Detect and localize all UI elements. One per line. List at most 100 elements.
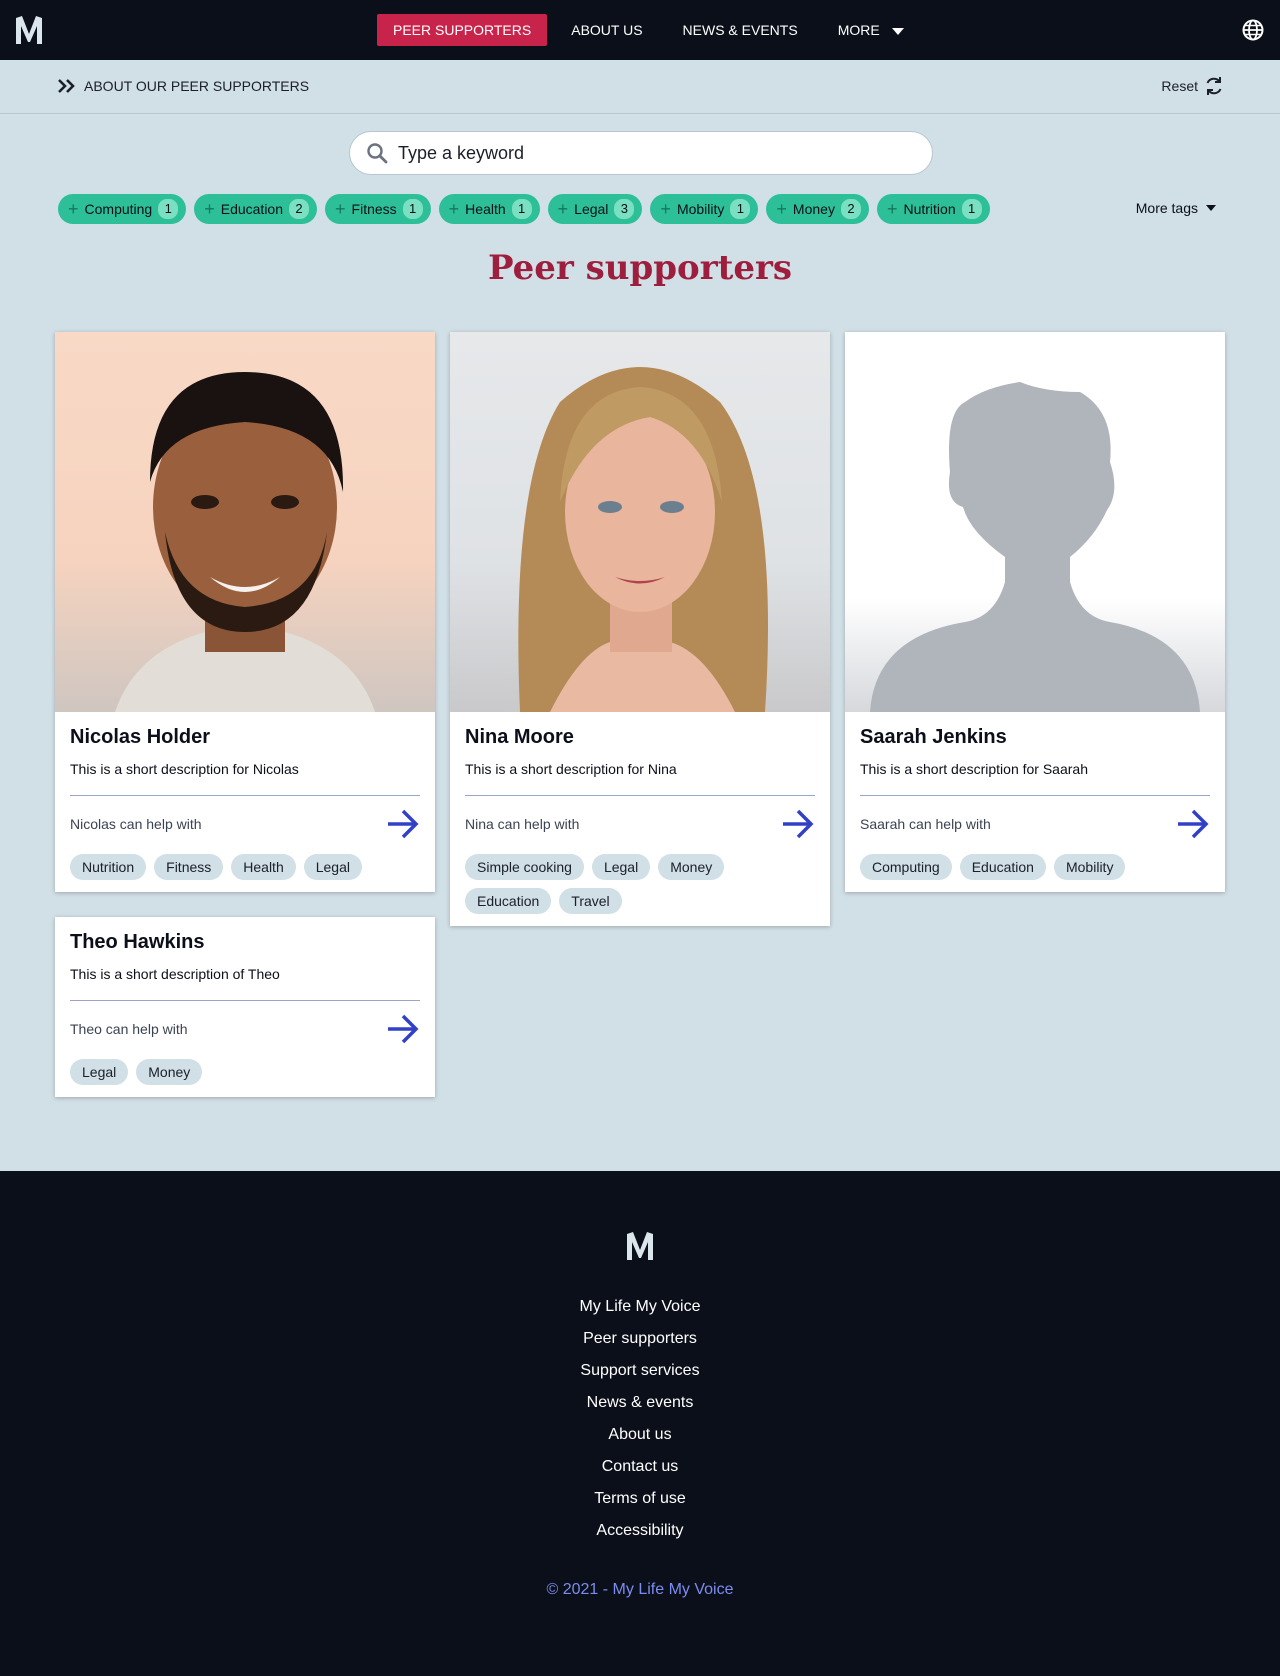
- help-tag: Education: [959, 854, 1046, 880]
- nav-about-us[interactable]: ABOUT US: [555, 14, 658, 46]
- tag-count: 1: [158, 199, 179, 219]
- help-row: Nina can help with: [465, 808, 815, 840]
- help-tag: Mobility: [1053, 854, 1126, 880]
- tag-label: Computing: [84, 201, 153, 217]
- tag-filter-nutrition[interactable]: + Nutrition 1: [876, 194, 990, 224]
- page-title: Peer supporters: [487, 248, 793, 288]
- reset-button[interactable]: Reset: [1161, 76, 1224, 96]
- tag-label: Mobility: [676, 201, 725, 217]
- help-label: Theo can help with: [70, 1021, 188, 1037]
- help-row: Theo can help with: [70, 1013, 420, 1045]
- tag-count: 3: [614, 199, 635, 219]
- supporter-card[interactable]: Nina Moore This is a short description f…: [450, 332, 830, 926]
- footer-link-about-us[interactable]: About us: [0, 1419, 1280, 1451]
- placeholder-silhouette: [870, 382, 1200, 712]
- plus-icon: +: [204, 199, 215, 219]
- breadcrumb-label: ABOUT OUR PEER SUPPORTERS: [84, 78, 310, 94]
- tag-filter-mobility[interactable]: + Mobility 1: [650, 194, 759, 224]
- tag-count: 1: [402, 199, 423, 219]
- supporter-name: Theo Hawkins: [70, 931, 205, 953]
- plus-icon: +: [448, 199, 460, 219]
- footer-link-accessibility[interactable]: Accessibility: [0, 1515, 1280, 1547]
- supporter-card[interactable]: Saarah Jenkins This is a short descripti…: [845, 332, 1225, 892]
- plus-icon: +: [776, 199, 787, 219]
- footer-link-home[interactable]: My Life My Voice: [0, 1291, 1280, 1323]
- tag-filter-fitness[interactable]: + Fitness 1: [325, 194, 431, 224]
- help-row: Saarah can help with: [860, 808, 1210, 840]
- tag-label: Health: [465, 201, 506, 217]
- plus-icon: +: [660, 199, 671, 219]
- double-chevron-right-icon: [58, 79, 75, 93]
- nav-news-events[interactable]: NEWS & EVENTS: [667, 14, 814, 46]
- supporter-description: This is a short description for Saarah: [860, 761, 1088, 777]
- help-row: Nicolas can help with: [70, 808, 420, 840]
- divider: [70, 1000, 420, 1001]
- top-navbar: PEER SUPPORTERS ABOUT US NEWS & EVENTS M…: [0, 0, 1280, 60]
- main-nav: PEER SUPPORTERS ABOUT US NEWS & EVENTS M…: [377, 14, 928, 46]
- footer: My Life My Voice Peer supporters Support…: [0, 1171, 1280, 1676]
- supporter-photo: [450, 332, 830, 712]
- help-tag: Money: [658, 854, 725, 880]
- site-logo[interactable]: [14, 14, 44, 46]
- footer-link-terms[interactable]: Terms of use: [0, 1483, 1280, 1515]
- chevron-down-icon: [1206, 205, 1216, 211]
- tag-filter-computing[interactable]: + Computing 1: [58, 194, 187, 224]
- help-tag: Legal: [70, 1059, 129, 1085]
- footer-link-peer-supporters[interactable]: Peer supporters: [0, 1323, 1280, 1355]
- help-tag: Nutrition: [70, 854, 147, 880]
- arrow-right-icon[interactable]: [781, 808, 815, 840]
- search-box: [349, 131, 933, 175]
- copyright: © 2021 - My Life My Voice: [546, 1581, 734, 1598]
- card-body: Nina Moore This is a short description f…: [450, 712, 830, 926]
- footer-logo[interactable]: [624, 1230, 656, 1262]
- tag-filter-health[interactable]: + Health 1: [438, 194, 540, 224]
- nav-peer-supporters[interactable]: PEER SUPPORTERS: [377, 14, 548, 46]
- supporter-card[interactable]: Theo Hawkins This is a short description…: [55, 917, 435, 1097]
- breadcrumb: ABOUT OUR PEER SUPPORTERS: [58, 78, 309, 94]
- arrow-right-icon[interactable]: [1176, 808, 1210, 840]
- tag-filters: + Computing 1 + Education 2 + Fitness 1 + Healt…: [58, 194, 990, 224]
- supporter-name: Nicolas Holder: [70, 726, 211, 748]
- card-body: Theo Hawkins This is a short description…: [55, 917, 435, 1097]
- arrow-right-icon[interactable]: [386, 1013, 420, 1045]
- tag-filter-legal[interactable]: + Legal 3: [547, 194, 643, 224]
- tag-filter-money[interactable]: + Money 2: [766, 194, 869, 224]
- help-tag: Computing: [860, 854, 952, 880]
- card-body: Saarah Jenkins This is a short descripti…: [845, 712, 1225, 892]
- plus-icon: +: [68, 199, 79, 219]
- man-photo: [115, 372, 375, 712]
- help-tag: Simple cooking: [465, 854, 584, 880]
- search-icon: [367, 143, 388, 164]
- supporter-description: This is a short description for Nicolas: [70, 761, 299, 777]
- help-tag: Health: [231, 854, 296, 880]
- sub-header: ABOUT OUR PEER SUPPORTERS Reset: [0, 60, 1280, 114]
- supporter-description: This is a short description for Nina: [465, 761, 677, 777]
- supporter-description: This is a short description of Theo: [70, 966, 280, 982]
- chevron-down-icon: [891, 27, 904, 35]
- help-label: Nina can help with: [465, 816, 580, 832]
- tag-filter-education[interactable]: + Education 2: [194, 194, 318, 224]
- search-input[interactable]: [398, 142, 878, 164]
- footer-link-contact-us[interactable]: Contact us: [0, 1451, 1280, 1483]
- plus-icon: +: [335, 199, 346, 219]
- footer-links: My Life My Voice Peer supporters Support…: [0, 1291, 1280, 1547]
- tag-label: Legal: [574, 201, 609, 217]
- help-tag: Legal: [303, 854, 362, 880]
- card-body: Nicolas Holder This is a short descripti…: [55, 712, 435, 892]
- more-tags-dropdown[interactable]: More tags: [1136, 200, 1216, 216]
- nav-more-label: MORE: [837, 22, 880, 38]
- footer-link-support-services[interactable]: Support services: [0, 1355, 1280, 1387]
- supporter-card[interactable]: Nicolas Holder This is a short descripti…: [55, 332, 435, 892]
- globe-icon[interactable]: [1242, 19, 1264, 41]
- help-tags: Computing Education Mobility: [860, 854, 1210, 880]
- footer-link-news-events[interactable]: News & events: [0, 1387, 1280, 1419]
- help-tag: Money: [136, 1059, 203, 1085]
- tag-count: 1: [730, 199, 751, 219]
- nav-more[interactable]: MORE: [822, 14, 920, 46]
- help-tags: Nutrition Fitness Health Legal: [70, 854, 420, 880]
- help-tags: Legal Money: [70, 1059, 420, 1085]
- supporter-name: Nina Moore: [465, 726, 574, 748]
- arrow-right-icon[interactable]: [386, 808, 420, 840]
- help-tag: Education: [465, 888, 552, 914]
- tag-label: Fitness: [351, 201, 397, 217]
